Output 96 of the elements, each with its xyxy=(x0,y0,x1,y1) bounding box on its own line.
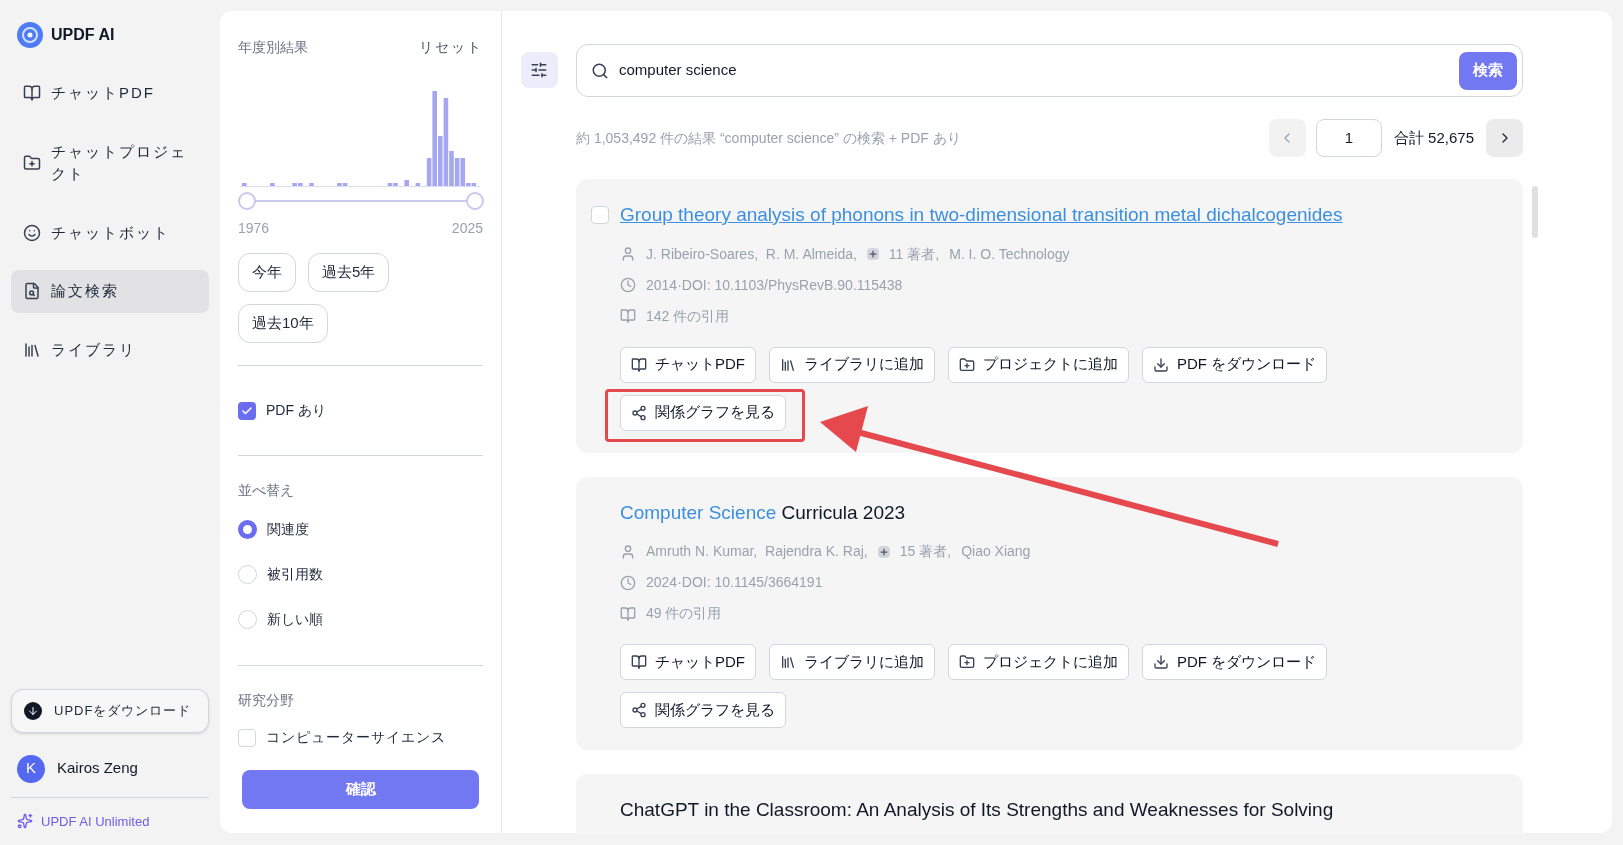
person-icon xyxy=(620,246,636,262)
paper-title[interactable]: Computer Science Curricula 2023 xyxy=(620,498,906,527)
folder-icon xyxy=(959,356,975,373)
year-start: 1976 xyxy=(238,219,270,238)
more-authors: 11 著者, xyxy=(888,244,940,264)
clock-icon xyxy=(620,574,636,591)
histogram-bar xyxy=(270,183,275,186)
person-icon xyxy=(620,543,636,560)
clock-icon xyxy=(620,277,636,293)
action-button[interactable]: 関係グラフを見る xyxy=(620,692,786,728)
year-end: 2025 xyxy=(451,219,483,238)
section-title: 並べ替え xyxy=(238,481,295,500)
checkbox[interactable] xyxy=(591,206,609,225)
radio-button[interactable] xyxy=(238,520,257,539)
search-field[interactable]: computer science 検索 xyxy=(576,44,1523,97)
histogram-bar xyxy=(415,183,421,186)
plus-icon xyxy=(877,545,890,558)
previous-page-button[interactable] xyxy=(1268,119,1306,157)
action-button[interactable]: チャットPDF xyxy=(620,346,756,383)
user-avatar: K xyxy=(17,754,45,783)
download-icon xyxy=(1153,356,1169,373)
library-icon xyxy=(780,654,796,670)
download-app-button[interactable]: UPDFをダウンロード xyxy=(11,688,209,733)
histogram-bar xyxy=(309,183,314,186)
action-button[interactable]: ライブラリに追加 xyxy=(769,346,935,383)
paper-title[interactable]: ChatGPT in the Classroom: An Analysis of Its Strengths and Weaknesses for Solving xyxy=(620,796,1334,825)
library-icon xyxy=(23,340,41,359)
radio-label: 関連度 xyxy=(267,520,309,539)
action-button[interactable]: チャットPDF xyxy=(620,644,756,680)
slider-handle[interactable] xyxy=(466,192,484,210)
radio-label: 新しい順 xyxy=(267,610,323,629)
action-button[interactable]: PDF をダウンロード xyxy=(1142,644,1328,680)
nav-item[interactable]: チャットボット xyxy=(11,211,209,254)
section-title: 研究分野 xyxy=(238,691,295,710)
reset-link[interactable]: リセット xyxy=(419,37,483,58)
slider-handle[interactable] xyxy=(238,192,256,210)
nav-item[interactable]: チャットプロジェクト xyxy=(11,130,209,196)
total-pages: 合計 52,675 xyxy=(1393,127,1474,148)
action-button[interactable]: 関係グラフを見る xyxy=(620,394,786,431)
action-button[interactable]: ライブラリに追加 xyxy=(769,644,935,680)
doi-text: 2024·DOI: 10.1145/3664191 xyxy=(646,573,823,592)
year-preset-chip[interactable]: 今年 xyxy=(238,253,296,292)
download-icon xyxy=(24,701,42,720)
doi-text: 2014·DOI: 10.1103/PhysRevB.90.115438 xyxy=(646,275,903,295)
histogram-bar xyxy=(242,183,247,186)
sparkle-icon xyxy=(17,813,33,830)
nav-item[interactable]: ライブラリ xyxy=(11,328,209,371)
download-icon xyxy=(1153,654,1169,670)
author-name: M. I. O. Technology xyxy=(949,244,1070,264)
library-icon xyxy=(780,356,796,373)
author-list: J. Ribeiro-Soares, R. M. Almeida, xyxy=(646,243,857,265)
action-button[interactable]: プロジェクトに追加 xyxy=(948,644,1129,680)
checkbox[interactable] xyxy=(238,728,256,747)
next-page-button[interactable] xyxy=(1486,119,1523,157)
results-summary: 約 1,053,492 件の結果 “computer science” の検索 + PDF あり xyxy=(576,128,962,148)
logo-icon xyxy=(17,22,43,48)
citation-count: 49 件の引用 xyxy=(646,604,722,623)
graph-icon xyxy=(631,404,647,421)
graph-icon xyxy=(631,702,647,718)
book-icon xyxy=(620,605,636,622)
author-name: Qiao Xiang xyxy=(961,542,1031,561)
year-preset-chip[interactable]: 過去5年 xyxy=(308,253,390,292)
nav-item[interactable]: 論文検索 xyxy=(11,270,209,313)
plan-link[interactable]: UPDF AI Unlimited xyxy=(41,811,150,831)
scrollbar[interactable] xyxy=(1532,186,1538,238)
more-authors: 15 著者, xyxy=(899,542,952,561)
page-input[interactable]: 1 xyxy=(1315,119,1382,157)
book-icon xyxy=(631,356,647,373)
user-name: Kairos Zeng xyxy=(57,758,138,779)
action-button[interactable]: PDF をダウンロード xyxy=(1142,346,1328,383)
author-list: Amruth N. Kumar, Rajendra K. Raj, xyxy=(646,541,868,562)
year-preset-chip[interactable]: 過去10年 xyxy=(238,304,328,343)
folder-icon xyxy=(23,154,41,172)
checkbox[interactable] xyxy=(238,401,256,420)
action-button[interactable]: プロジェクトに追加 xyxy=(948,346,1129,383)
folder-icon xyxy=(959,654,975,670)
nav-item[interactable]: チャットPDF xyxy=(11,72,209,115)
search-button[interactable]: 検索 xyxy=(1459,51,1517,90)
book-icon xyxy=(620,308,636,324)
confirm-button[interactable]: 確認 xyxy=(242,770,479,809)
citation-count: 142 件の引用 xyxy=(646,306,730,326)
plus-icon xyxy=(866,248,879,260)
checkbox-label: コンピューターサイエンス xyxy=(266,728,446,747)
histogram-bar xyxy=(404,180,409,186)
book-icon xyxy=(23,84,41,103)
smile-icon xyxy=(23,223,41,242)
checkbox-label: PDF あり xyxy=(266,401,326,420)
book-icon xyxy=(631,654,647,670)
radio-label: 被引用数 xyxy=(267,565,323,584)
check-icon xyxy=(241,404,253,417)
app-name: UPDF AI xyxy=(51,25,115,45)
section-title: 年度別結果 xyxy=(238,38,308,57)
search-icon xyxy=(591,61,609,80)
settings-icon xyxy=(530,61,548,79)
search-icon xyxy=(23,282,41,301)
filter-toggle-button[interactable] xyxy=(520,52,558,88)
